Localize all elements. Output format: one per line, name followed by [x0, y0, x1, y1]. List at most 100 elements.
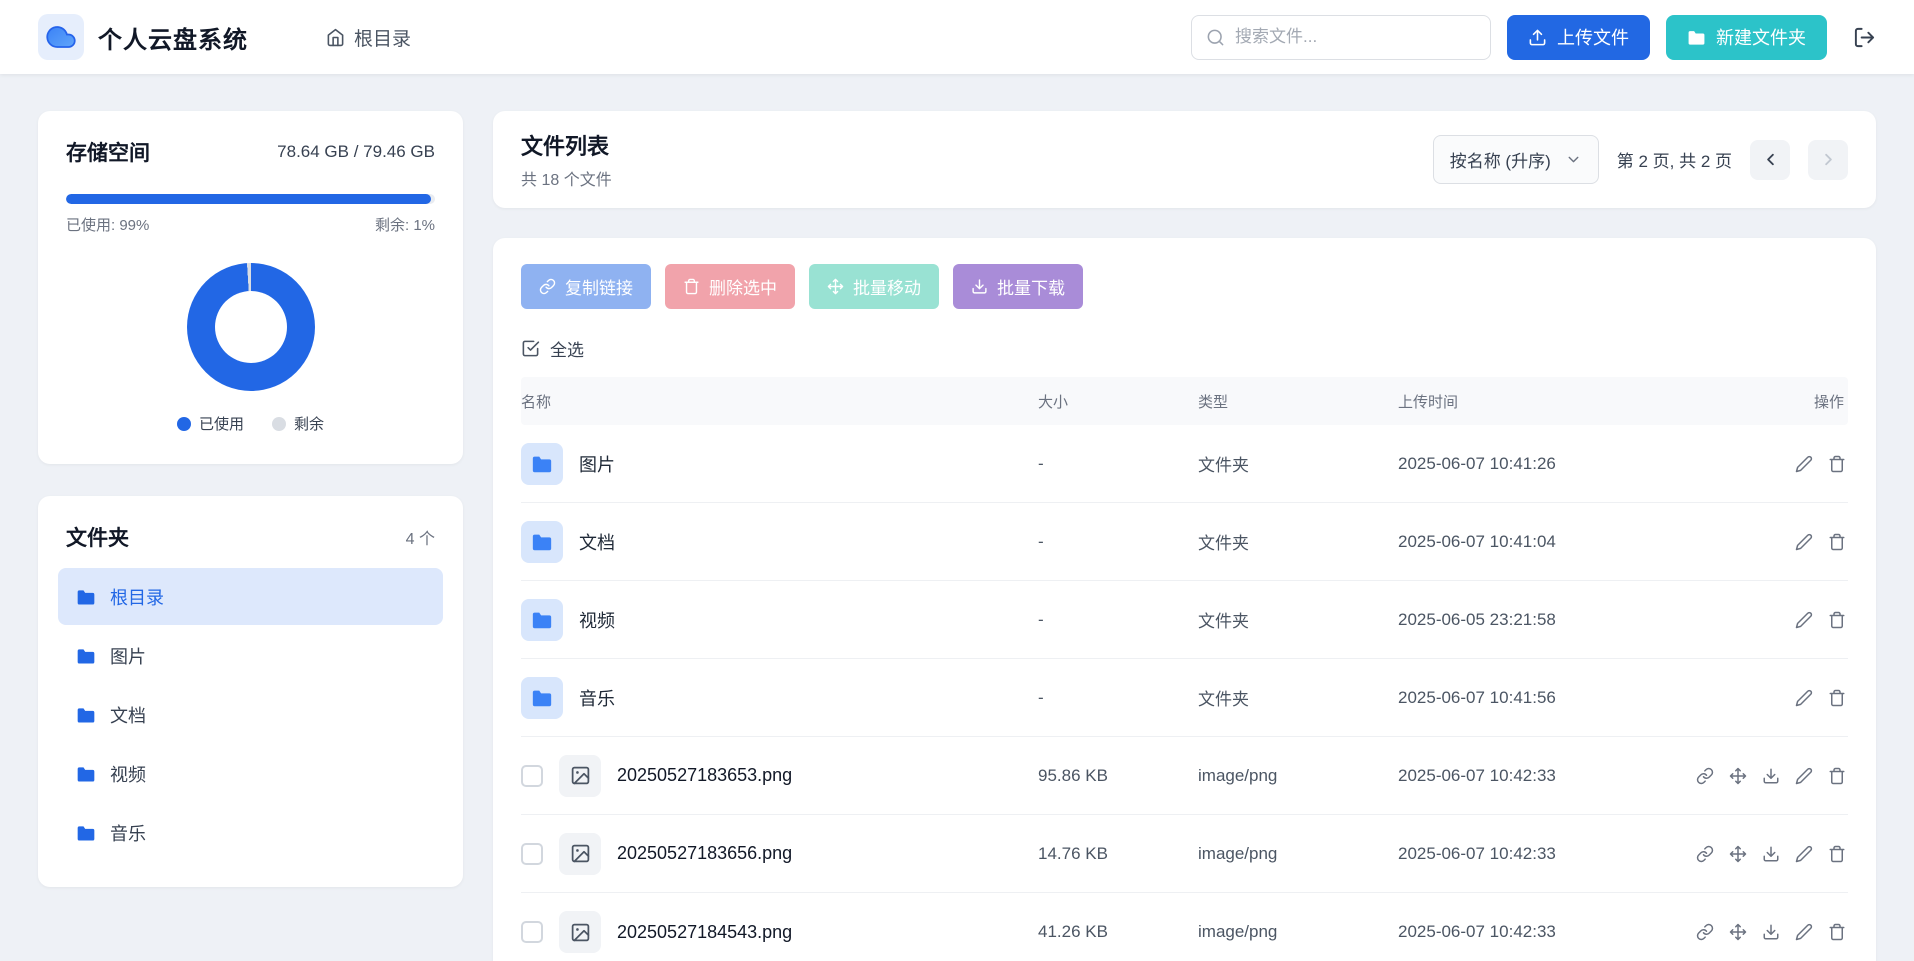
download-icon[interactable]: [1762, 845, 1780, 863]
select-all-toggle[interactable]: 全选: [521, 336, 584, 361]
download-icon[interactable]: [1762, 923, 1780, 941]
logout-button[interactable]: [1853, 26, 1876, 49]
edit-icon[interactable]: [1795, 845, 1813, 863]
upload-icon: [1528, 28, 1547, 47]
download-icon: [971, 278, 988, 295]
delete-icon[interactable]: [1828, 611, 1846, 629]
edit-icon[interactable]: [1795, 689, 1813, 707]
folders-title: 文件夹: [66, 522, 129, 552]
select-all-label: 全选: [550, 336, 584, 361]
sidebar-folder-item[interactable]: 音乐: [58, 804, 443, 861]
edit-icon[interactable]: [1795, 923, 1813, 941]
storage-panel: 存储空间 78.64 GB / 79.46 GB 已使用: 99% 剩余: 1%…: [38, 111, 463, 464]
table-row-folder[interactable]: 视频 - 文件夹 2025-06-05 23:21:58: [521, 581, 1848, 659]
next-page-button[interactable]: [1808, 140, 1848, 180]
edit-icon[interactable]: [1795, 455, 1813, 473]
table-row-file[interactable]: 20250527183653.png 95.86 KB image/png 20…: [521, 737, 1848, 815]
row-size: 95.86 KB: [1038, 766, 1198, 786]
breadcrumb[interactable]: 根目录: [326, 24, 411, 51]
row-name[interactable]: 20250527183653.png: [617, 765, 792, 786]
row-name[interactable]: 20250527183656.png: [617, 843, 792, 864]
table-row-folder[interactable]: 文档 - 文件夹 2025-06-07 10:41:04: [521, 503, 1848, 581]
folder-icon: [531, 531, 553, 553]
search-input[interactable]: [1235, 27, 1476, 47]
row-checkbox[interactable]: [521, 843, 543, 865]
storage-title: 存储空间: [66, 137, 150, 167]
delete-icon[interactable]: [1828, 455, 1846, 473]
delete-icon[interactable]: [1828, 533, 1846, 551]
prev-page-button[interactable]: [1750, 140, 1790, 180]
delete-selected-button[interactable]: 删除选中: [665, 264, 795, 309]
sidebar-folder-item[interactable]: 根目录: [58, 568, 443, 625]
row-size: 41.26 KB: [1038, 922, 1198, 942]
sidebar-folder-label: 图片: [110, 643, 146, 669]
sidebar-folder-item[interactable]: 视频: [58, 745, 443, 802]
folder-icon: [76, 646, 96, 666]
legend-used-dot: [177, 417, 191, 431]
file-list-title: 文件列表: [521, 129, 612, 161]
row-time: 2025-06-05 23:21:58: [1398, 610, 1688, 630]
row-checkbox[interactable]: [521, 765, 543, 787]
row-actions: [1688, 923, 1848, 941]
table-header-row: 名称 大小 类型 上传时间 操作: [521, 377, 1848, 425]
row-name[interactable]: 音乐: [579, 685, 615, 711]
main-area: 文件列表 共 18 个文件 按名称 (升序) 第 2 页, 共 2 页: [493, 111, 1876, 961]
file-count-text: 共 18 个文件: [521, 166, 612, 190]
row-type: 文件夹: [1198, 607, 1398, 632]
download-icon[interactable]: [1762, 767, 1780, 785]
new-folder-button[interactable]: 新建文件夹: [1666, 15, 1827, 60]
row-checkbox[interactable]: [521, 921, 543, 943]
link-icon[interactable]: [1696, 767, 1714, 785]
batch-download-button[interactable]: 批量下载: [953, 264, 1083, 309]
folders-panel: 文件夹 4 个 根目录 图片 文档 视频 音乐: [38, 496, 463, 887]
row-actions: [1688, 689, 1848, 707]
chevron-left-icon: [1761, 150, 1780, 169]
upload-button-label: 上传文件: [1557, 24, 1629, 50]
table-row-file[interactable]: 20250527183656.png 14.76 KB image/png 20…: [521, 815, 1848, 893]
table-row-folder[interactable]: 图片 - 文件夹 2025-06-07 10:41:26: [521, 425, 1848, 503]
edit-icon[interactable]: [1795, 611, 1813, 629]
row-name[interactable]: 视频: [579, 607, 615, 633]
delete-icon[interactable]: [1828, 689, 1846, 707]
home-icon: [326, 28, 345, 47]
folder-icon: [531, 453, 553, 475]
edit-icon[interactable]: [1795, 533, 1813, 551]
app-title: 个人云盘系统: [98, 20, 248, 55]
legend-used-label: 已使用: [199, 413, 244, 434]
sort-select-value: 按名称 (升序): [1450, 147, 1551, 172]
table-row-file[interactable]: 20250527184543.png 41.26 KB image/png 20…: [521, 893, 1848, 961]
link-icon[interactable]: [1696, 845, 1714, 863]
delete-icon[interactable]: [1828, 767, 1846, 785]
batch-move-button[interactable]: 批量移动: [809, 264, 939, 309]
move-icon[interactable]: [1729, 767, 1747, 785]
delete-icon[interactable]: [1828, 923, 1846, 941]
row-actions: [1688, 767, 1848, 785]
edit-icon[interactable]: [1795, 767, 1813, 785]
row-name[interactable]: 文档: [579, 529, 615, 555]
delete-icon[interactable]: [1828, 845, 1846, 863]
row-size: -: [1038, 532, 1198, 552]
row-name[interactable]: 20250527184543.png: [617, 922, 792, 943]
storage-progress-track: [66, 194, 435, 204]
link-icon[interactable]: [1696, 923, 1714, 941]
sort-select[interactable]: 按名称 (升序): [1433, 135, 1599, 184]
table-row-folder[interactable]: 音乐 - 文件夹 2025-06-07 10:41:56: [521, 659, 1848, 737]
move-icon[interactable]: [1729, 923, 1747, 941]
storage-legend: 已使用 剩余: [66, 413, 435, 434]
row-time: 2025-06-07 10:42:33: [1398, 844, 1688, 864]
folder-icon: [76, 587, 96, 607]
folder-chip: [521, 443, 563, 485]
row-actions: [1688, 845, 1848, 863]
row-time: 2025-06-07 10:41:26: [1398, 454, 1688, 474]
search-icon: [1206, 28, 1225, 47]
navbar-right: 上传文件 新建文件夹: [1191, 15, 1876, 60]
sidebar-folder-item[interactable]: 文档: [58, 686, 443, 743]
sidebar-folder-item[interactable]: 图片: [58, 627, 443, 684]
move-icon[interactable]: [1729, 845, 1747, 863]
file-chip: [559, 833, 601, 875]
trash-icon: [683, 278, 700, 295]
copy-link-button[interactable]: 复制链接: [521, 264, 651, 309]
row-name[interactable]: 图片: [579, 451, 615, 477]
batch-download-label: 批量下载: [997, 274, 1065, 299]
upload-file-button[interactable]: 上传文件: [1507, 15, 1650, 60]
